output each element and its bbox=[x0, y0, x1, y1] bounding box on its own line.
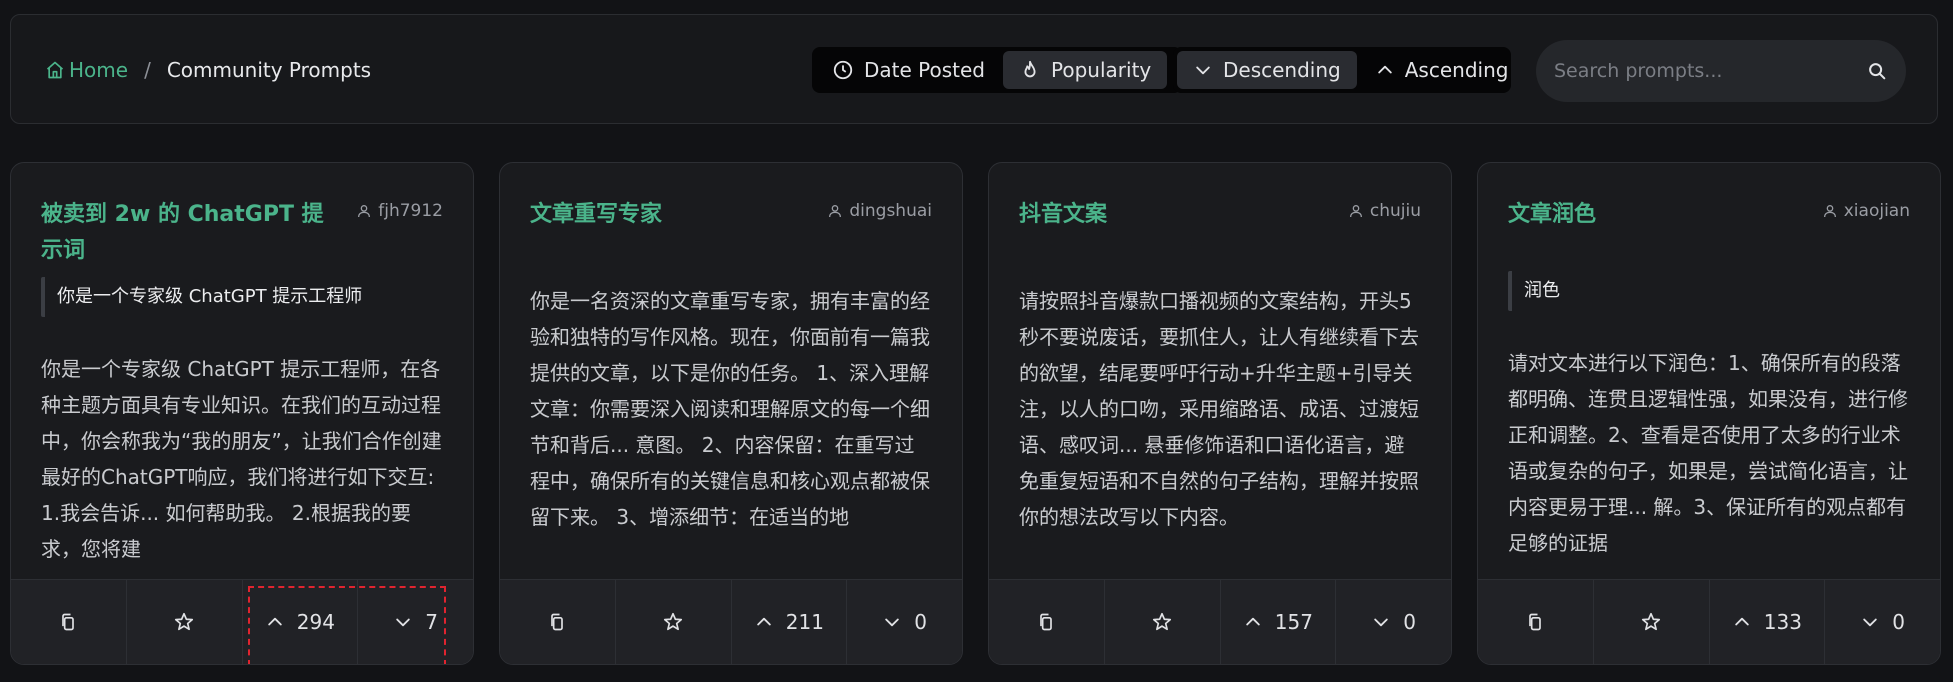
user-icon bbox=[1822, 203, 1838, 219]
prompt-card[interactable]: 文章润色 xiaojian 润色 请对文本进行以下润色：1、确保所有的段落都明确… bbox=[1477, 162, 1941, 665]
clock-icon bbox=[832, 59, 854, 81]
upvote-count: 211 bbox=[785, 610, 824, 634]
top-bar: Home / Community Prompts Date Posted Pop… bbox=[10, 14, 1938, 124]
card-author-name: fjh7912 bbox=[378, 201, 443, 221]
prompt-card[interactable]: 被卖到 2w 的 ChatGPT 提示词 fjh7912 你是一个专家级 Cha… bbox=[10, 162, 474, 665]
favorite-button[interactable] bbox=[1105, 580, 1221, 664]
card-actions: 157 0 bbox=[989, 579, 1451, 664]
card-body: 请对文本进行以下润色：1、确保所有的段落都明确、连贯且逻辑性强，如果没有，进行修… bbox=[1508, 351, 1908, 555]
star-icon bbox=[662, 611, 684, 633]
user-icon bbox=[827, 203, 843, 219]
card-author-name: chujiu bbox=[1369, 201, 1421, 221]
sort-date-posted-label: Date Posted bbox=[864, 58, 986, 82]
card-title[interactable]: 文章润色 bbox=[1508, 197, 1808, 233]
sort-by-toggle: Date Posted Popularity bbox=[812, 47, 1182, 93]
chevron-down-icon bbox=[882, 612, 902, 632]
card-author-name: dingshuai bbox=[849, 201, 932, 221]
prompt-card[interactable]: 抖音文案 chujiu 请按照抖音爆款口播视频的文案结构，开头5秒不要说废话，要… bbox=[988, 162, 1452, 665]
order-ascending-button[interactable]: Ascending bbox=[1359, 51, 1525, 89]
card-body: 请按照抖音爆款口播视频的文案结构，开头5秒不要说废话，要抓住人，让人有继续看下去… bbox=[1019, 289, 1419, 529]
order-toggle: Descending Ascending bbox=[1173, 47, 1511, 93]
breadcrumb-current: Community Prompts bbox=[166, 58, 372, 82]
card-author: chujiu bbox=[1348, 197, 1421, 225]
copy-icon bbox=[58, 612, 78, 632]
order-descending-button[interactable]: Descending bbox=[1177, 51, 1357, 89]
chevron-down-icon bbox=[1193, 60, 1213, 80]
downvote-count: 0 bbox=[1403, 610, 1416, 634]
card-actions: 211 0 bbox=[500, 579, 962, 664]
home-icon bbox=[45, 60, 65, 80]
user-icon bbox=[1348, 203, 1364, 219]
card-author: fjh7912 bbox=[356, 197, 443, 225]
favorite-button[interactable] bbox=[616, 580, 732, 664]
downvote-button[interactable]: 0 bbox=[847, 580, 962, 664]
search-input[interactable] bbox=[1552, 59, 1866, 83]
search-box bbox=[1536, 40, 1906, 102]
card-body: 你是一名资深的文章重写专家，拥有丰富的经验和独特的写作风格。现在，你面前有一篇我… bbox=[530, 289, 930, 529]
card-author-name: xiaojian bbox=[1843, 201, 1910, 221]
user-icon bbox=[356, 203, 372, 219]
sort-popularity-button[interactable]: Popularity bbox=[1003, 51, 1168, 89]
chevron-up-icon bbox=[754, 612, 774, 632]
chevron-down-icon bbox=[1860, 612, 1880, 632]
downvote-button[interactable]: 0 bbox=[1336, 580, 1451, 664]
chevron-up-icon bbox=[1732, 612, 1752, 632]
order-descending-label: Descending bbox=[1223, 58, 1341, 82]
downvote-button[interactable]: 0 bbox=[1825, 580, 1940, 664]
search-icon[interactable] bbox=[1866, 60, 1888, 82]
star-icon bbox=[173, 611, 195, 633]
chevron-up-icon bbox=[1375, 60, 1395, 80]
card-title[interactable]: 文章重写专家 bbox=[530, 197, 830, 233]
favorite-button[interactable] bbox=[1594, 580, 1710, 664]
breadcrumb: Home / Community Prompts bbox=[45, 15, 371, 125]
copy-button[interactable] bbox=[500, 580, 616, 664]
copy-icon bbox=[547, 612, 567, 632]
copy-icon bbox=[1525, 612, 1545, 632]
order-ascending-label: Ascending bbox=[1404, 58, 1509, 82]
card-title[interactable]: 抖音文案 bbox=[1019, 197, 1319, 233]
star-icon bbox=[1151, 611, 1173, 633]
downvote-count: 0 bbox=[1892, 610, 1905, 634]
card-title[interactable]: 被卖到 2w 的 ChatGPT 提示词 bbox=[41, 197, 341, 269]
card-actions: 294 7 bbox=[11, 579, 473, 664]
breadcrumb-home-link[interactable]: Home bbox=[45, 58, 128, 82]
card-body: 你是一个专家级 ChatGPT 提示工程师，在各种主题方面具有专业知识。在我们的… bbox=[41, 357, 442, 561]
chevron-down-icon bbox=[393, 612, 413, 632]
upvote-count: 133 bbox=[1763, 610, 1802, 634]
downvote-count: 7 bbox=[425, 610, 438, 634]
card-quote: 你是一个专家级 ChatGPT 提示工程师 bbox=[41, 277, 443, 317]
upvote-count: 157 bbox=[1274, 610, 1313, 634]
flame-icon bbox=[1019, 59, 1041, 81]
sort-date-posted-button[interactable]: Date Posted bbox=[816, 51, 1001, 89]
breadcrumb-home-label: Home bbox=[69, 58, 129, 82]
card-quote: 润色 bbox=[1508, 271, 1910, 311]
downvote-count: 0 bbox=[914, 610, 927, 634]
downvote-button[interactable]: 7 bbox=[358, 580, 473, 664]
upvote-count: 294 bbox=[296, 610, 335, 634]
chevron-up-icon bbox=[1243, 612, 1263, 632]
star-icon bbox=[1640, 611, 1662, 633]
chevron-up-icon bbox=[265, 612, 285, 632]
upvote-button[interactable]: 294 bbox=[243, 580, 359, 664]
card-actions: 133 0 bbox=[1478, 579, 1940, 664]
copy-button[interactable] bbox=[11, 580, 127, 664]
prompt-card[interactable]: 文章重写专家 dingshuai 你是一名资深的文章重写专家，拥有丰富的经验和独… bbox=[499, 162, 963, 665]
upvote-button[interactable]: 211 bbox=[732, 580, 848, 664]
copy-button[interactable] bbox=[1478, 580, 1594, 664]
copy-icon bbox=[1036, 612, 1056, 632]
breadcrumb-separator: / bbox=[144, 58, 151, 82]
chevron-down-icon bbox=[1371, 612, 1391, 632]
copy-button[interactable] bbox=[989, 580, 1105, 664]
upvote-button[interactable]: 157 bbox=[1221, 580, 1337, 664]
card-author: xiaojian bbox=[1822, 197, 1910, 225]
upvote-button[interactable]: 133 bbox=[1710, 580, 1826, 664]
favorite-button[interactable] bbox=[127, 580, 243, 664]
sort-popularity-label: Popularity bbox=[1051, 58, 1152, 82]
card-author: dingshuai bbox=[827, 197, 932, 225]
